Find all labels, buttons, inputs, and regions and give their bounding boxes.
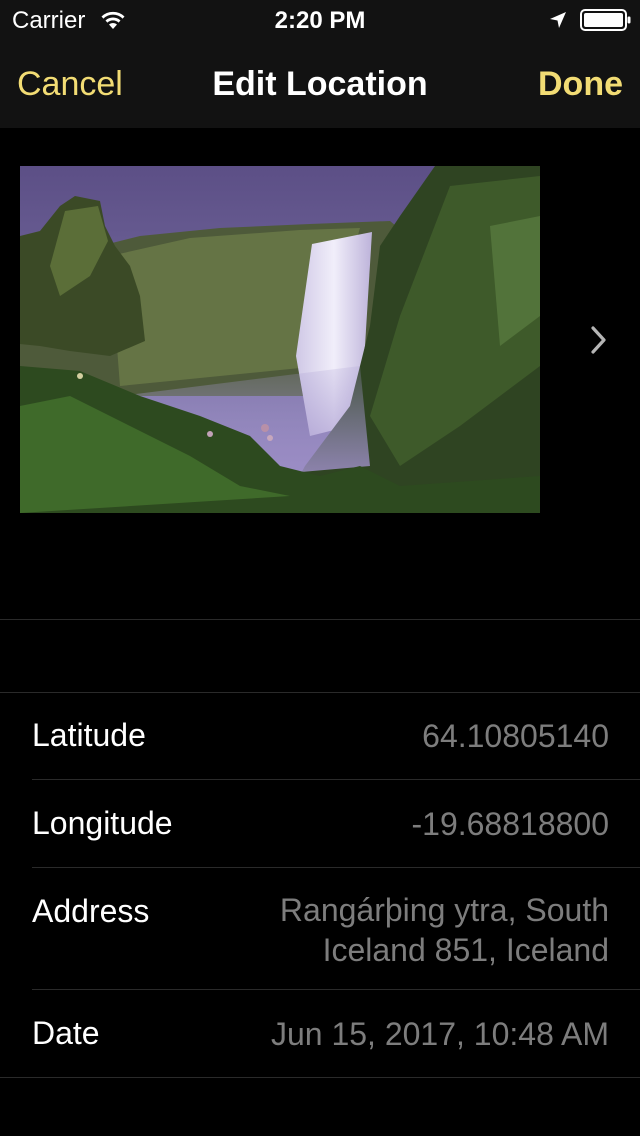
status-time: 2:20 PM xyxy=(274,7,366,34)
latitude-label: Latitude xyxy=(32,717,146,753)
longitude-value: -19.68818800 xyxy=(411,806,609,842)
date-row[interactable]: Date Jun 15, 2017, 10:48 AM xyxy=(0,990,640,1078)
longitude-label: Longitude xyxy=(32,805,173,841)
navigation-bar: Cancel Edit Location Done xyxy=(0,40,640,128)
done-button[interactable]: Done xyxy=(538,65,623,104)
section-gap xyxy=(0,620,640,692)
location-details-table: Latitude 64.10805140 Longitude -19.68818… xyxy=(0,693,640,1078)
location-arrow-icon xyxy=(550,12,566,28)
photo-area xyxy=(0,128,640,618)
longitude-row[interactable]: Longitude -19.68818800 xyxy=(0,780,640,868)
chevron-right-icon[interactable] xyxy=(588,324,610,356)
date-value: Jun 15, 2017, 10:48 AM xyxy=(270,1016,609,1052)
battery-icon xyxy=(580,9,631,31)
address-value: Rangárþing ytra, South Iceland 851, Icel… xyxy=(280,890,609,970)
waterfall-photo[interactable] xyxy=(20,166,540,513)
address-line-2: Iceland 851, Iceland xyxy=(322,932,609,968)
address-label: Address xyxy=(32,893,150,929)
status-bar: Carrier 2:20 PM xyxy=(0,0,640,40)
latitude-value: 64.10805140 xyxy=(422,718,609,754)
latitude-row[interactable]: Latitude 64.10805140 xyxy=(0,693,640,780)
date-label: Date xyxy=(32,1015,100,1051)
address-row[interactable]: Address Rangárþing ytra, South Iceland 8… xyxy=(0,868,640,990)
address-line-1: Rangárþing ytra, South xyxy=(279,892,609,928)
